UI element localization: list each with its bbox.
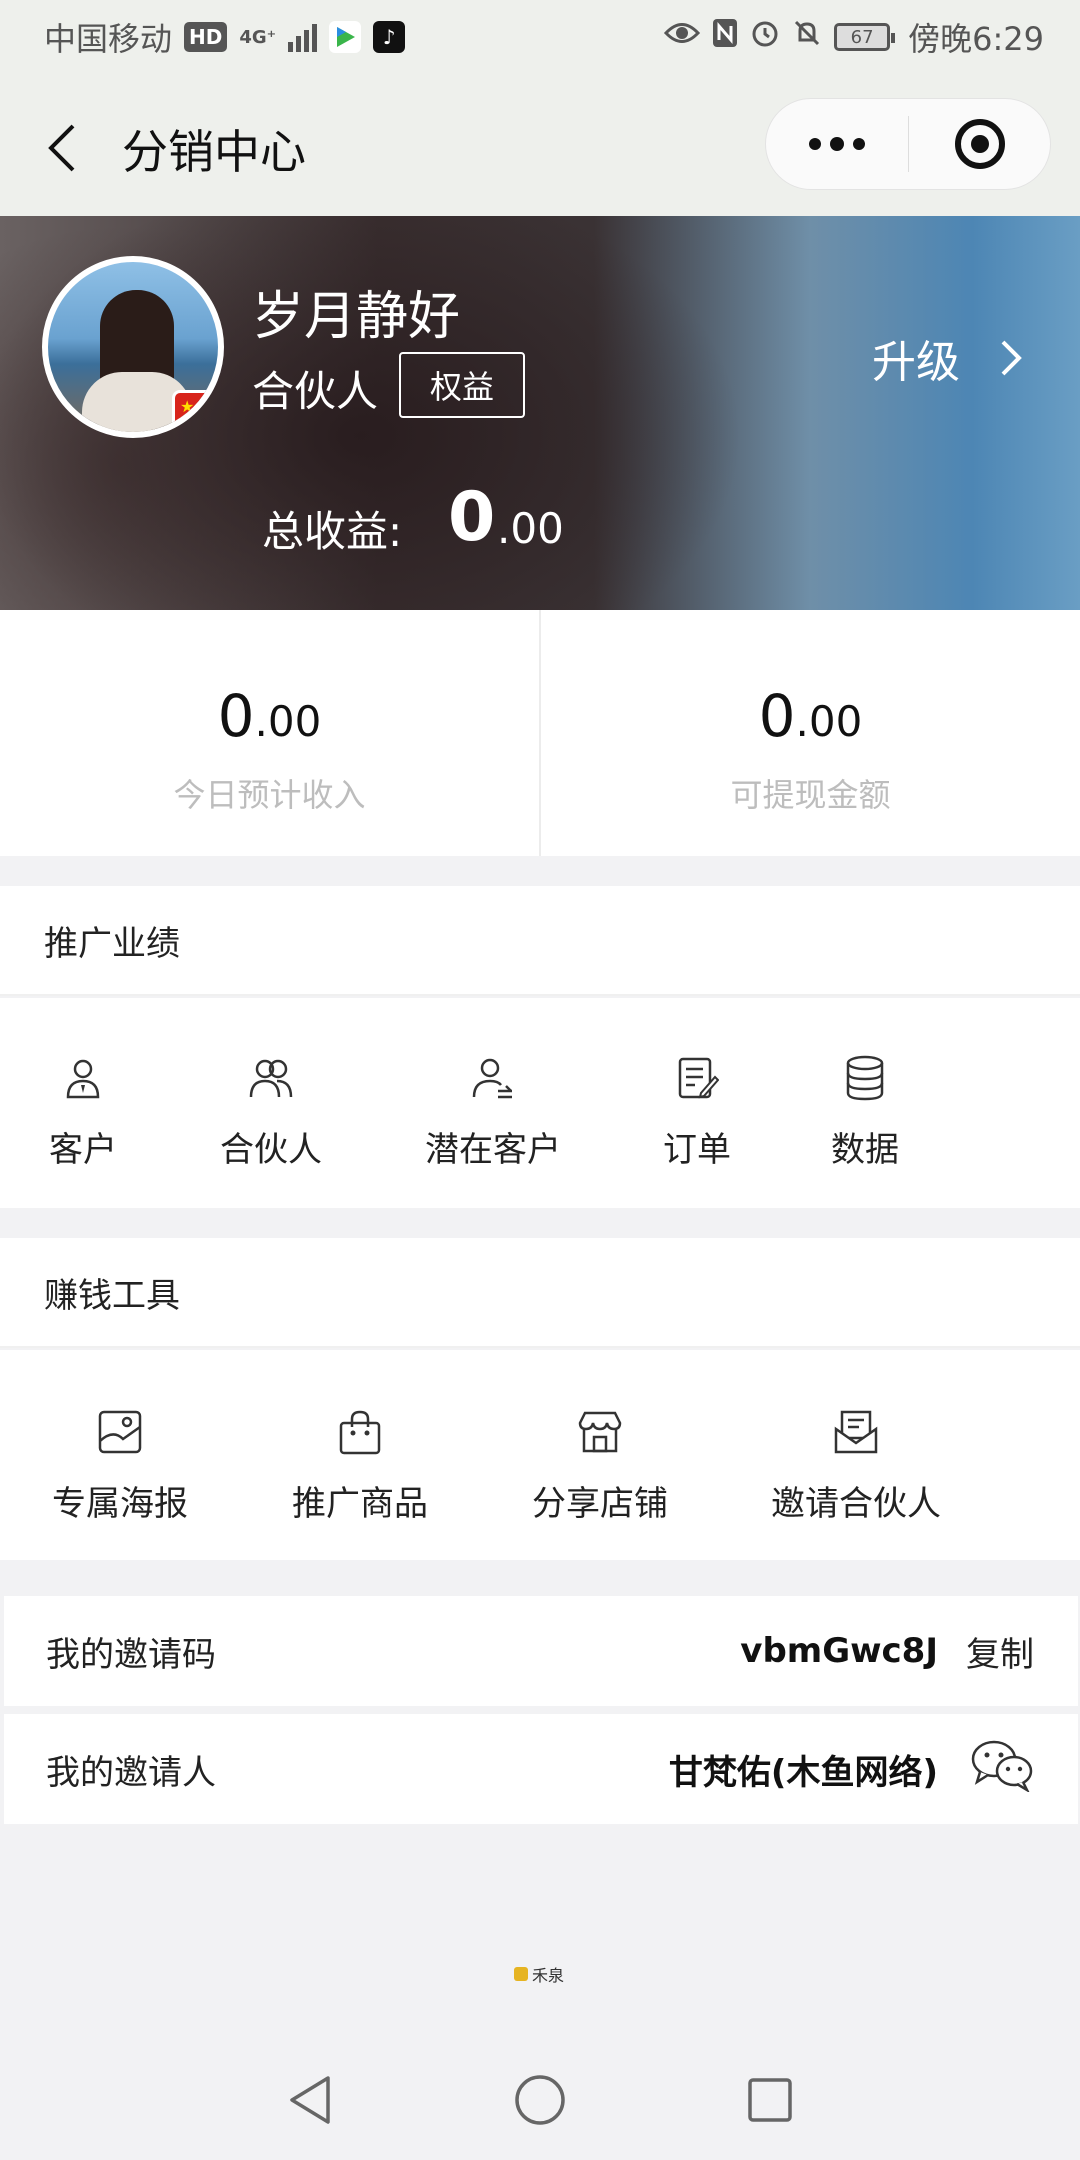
system-nav-bar xyxy=(0,2040,1080,2160)
stat-label: 可提现金额 xyxy=(730,776,891,814)
tool-item-label: 邀请合伙人 xyxy=(771,1484,941,1524)
invite-code-label: 我的邀请码 xyxy=(46,1634,216,1675)
invite-code-value: vbmGwc8J xyxy=(740,1631,938,1671)
system-recents-button[interactable] xyxy=(740,2070,800,2130)
flag-icon: ★ xyxy=(172,390,218,432)
more-button[interactable] xyxy=(766,99,908,189)
customer-icon xyxy=(55,1050,111,1106)
brand-name: 禾泉 xyxy=(532,1966,565,1985)
promo-section-title: 推广业绩 xyxy=(0,886,1080,996)
eye-icon xyxy=(664,18,701,56)
inviter-label: 我的邀请人 xyxy=(46,1752,216,1793)
hd-badge: HD xyxy=(184,22,228,52)
clock: 傍晚6:29 xyxy=(908,20,1044,58)
inviter-row: 我的邀请人 甘梵佑(木鱼网络) xyxy=(4,1714,1078,1824)
promo-item-partners[interactable]: 合伙人 xyxy=(216,1050,326,1171)
tiktok-app-icon: ♪ xyxy=(373,21,406,53)
shopping-bag-icon xyxy=(332,1404,388,1460)
partners-icon xyxy=(243,1050,299,1106)
avatar[interactable]: ★ xyxy=(42,256,224,438)
tools-section-title: 赚钱工具 xyxy=(0,1238,1080,1348)
stat-label: 今日预计收入 xyxy=(173,776,366,814)
today-estimated-income[interactable]: 0.00 今日预计收入 xyxy=(0,610,539,856)
circle-home-icon xyxy=(515,2075,565,2125)
promo-item-label: 合伙人 xyxy=(220,1130,322,1170)
tool-item-label: 推广商品 xyxy=(292,1484,428,1524)
poster-icon xyxy=(92,1404,148,1460)
total-earnings-label: 总收益: xyxy=(262,507,403,556)
back-button[interactable] xyxy=(42,118,82,178)
battery-indicator: 67 xyxy=(834,23,896,51)
page-title: 分销中心 xyxy=(122,125,306,179)
promo-item-label: 数据 xyxy=(831,1130,899,1170)
tool-item-promote-products[interactable]: 推广商品 xyxy=(286,1404,434,1525)
nav-bar: 分销中心 xyxy=(0,74,1080,216)
promo-item-label: 潜在客户 xyxy=(425,1130,561,1170)
brand-watermark: 禾泉 xyxy=(514,1962,564,1986)
stat-value: 0.00 xyxy=(217,682,322,750)
upgrade-label: 升级 xyxy=(872,337,960,388)
signal-icon xyxy=(288,22,318,52)
brand-logo-icon xyxy=(514,1967,528,1981)
user-name: 岁月静好 xyxy=(252,287,461,347)
rights-button[interactable]: 权益 xyxy=(399,352,525,418)
more-dot xyxy=(809,138,821,150)
promo-item-customers[interactable]: 客户 xyxy=(40,1050,126,1171)
invite-code-row: 我的邀请码 vbmGwc8J 复制 xyxy=(4,1596,1078,1706)
wechat-contact-button[interactable] xyxy=(970,1738,1034,1801)
tools-grid: 专属海报 推广商品 分享店铺 邀请合伙人 xyxy=(0,1350,1080,1560)
tool-item-label: 专属海报 xyxy=(52,1484,188,1524)
target-icon xyxy=(954,119,1005,169)
alarm-icon xyxy=(750,18,780,56)
withdrawable-amount[interactable]: 0.00 可提现金额 xyxy=(539,610,1080,856)
total-earnings-integer: 0 xyxy=(448,478,496,557)
promo-item-label: 客户 xyxy=(49,1130,117,1170)
system-home-button[interactable] xyxy=(510,2070,570,2130)
tool-item-label: 分享店铺 xyxy=(532,1484,668,1524)
tool-item-invite-partner[interactable]: 邀请合伙人 xyxy=(764,1404,948,1525)
promo-item-orders[interactable]: 订单 xyxy=(654,1050,740,1171)
mini-program-capsule xyxy=(765,98,1051,190)
upgrade-button[interactable]: 升级 xyxy=(872,326,1022,390)
more-dot xyxy=(853,138,865,150)
stat-value: 0.00 xyxy=(758,682,863,750)
inviter-name: 甘梵佑(木鱼网络) xyxy=(668,1752,938,1793)
chevron-left-icon xyxy=(48,124,75,172)
profile-hero: ★ 岁月静好 合伙人 权益 升级 总收益: 0 .00 xyxy=(0,216,1080,610)
invite-envelope-icon xyxy=(828,1404,884,1460)
wechat-icon xyxy=(971,1740,1033,1793)
status-bar: 中国移动 HD 4G⁺ ♪ 67 傍晚6:29 xyxy=(0,0,1080,74)
potential-customer-icon xyxy=(465,1050,521,1106)
network-type: 4G⁺ xyxy=(239,26,277,48)
promo-item-data[interactable]: 数据 xyxy=(822,1050,908,1171)
carrier-name: 中国移动 xyxy=(44,20,173,58)
store-icon xyxy=(572,1404,628,1460)
total-earnings-decimal: .00 xyxy=(497,504,564,553)
order-icon xyxy=(669,1050,725,1106)
system-back-button[interactable] xyxy=(280,2070,340,2130)
tool-item-poster[interactable]: 专属海报 xyxy=(46,1404,194,1525)
tool-item-share-store[interactable]: 分享店铺 xyxy=(526,1404,674,1525)
promo-item-label: 订单 xyxy=(663,1130,731,1170)
earnings-stats: 0.00 今日预计收入 0.00 可提现金额 xyxy=(0,610,1080,856)
database-icon xyxy=(837,1050,893,1106)
promo-item-potential-customers[interactable]: 潜在客户 xyxy=(420,1050,566,1171)
video-app-icon xyxy=(329,21,362,53)
triangle-back-icon xyxy=(290,2076,330,2124)
nfc-icon xyxy=(712,18,738,56)
copy-button[interactable]: 复制 xyxy=(966,1627,1034,1676)
user-role: 合伙人 xyxy=(252,367,379,416)
more-dot xyxy=(830,137,844,151)
mute-bell-icon xyxy=(792,18,822,56)
chevron-right-icon xyxy=(1001,340,1022,376)
promo-grid: 客户 合伙人 潜在客户 订单 数据 xyxy=(0,998,1080,1208)
square-recents-icon xyxy=(748,2078,792,2122)
close-mini-program-button[interactable] xyxy=(909,117,1050,171)
